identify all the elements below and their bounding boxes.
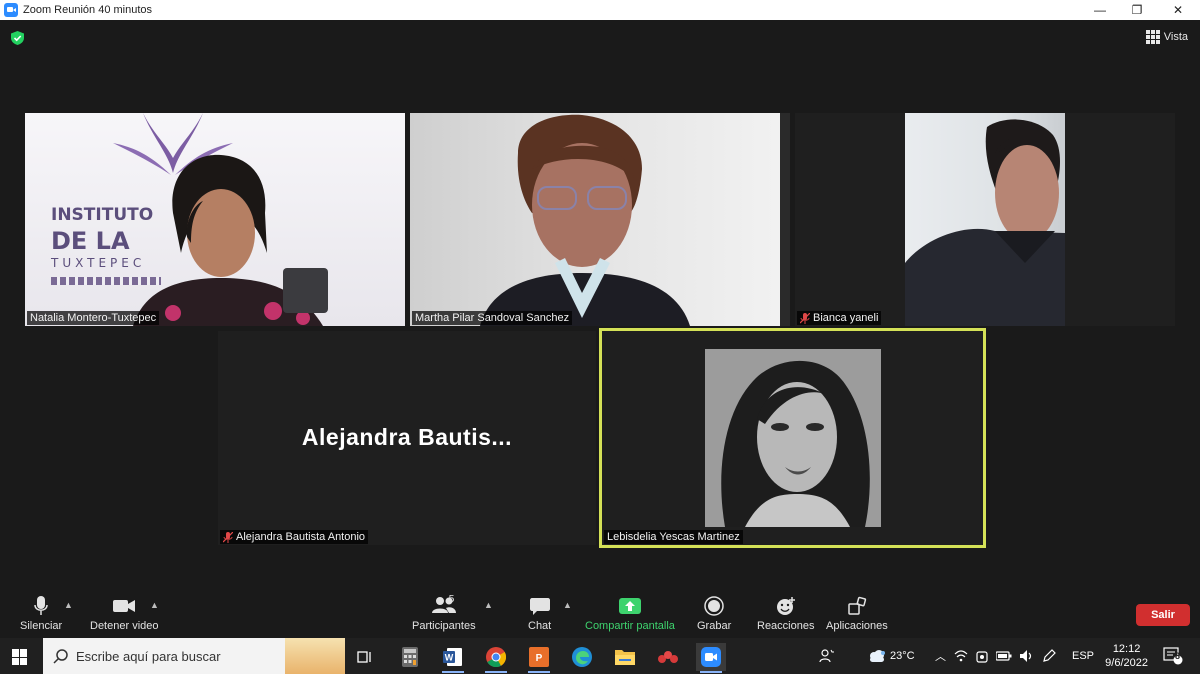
- chrome-icon[interactable]: [481, 643, 511, 673]
- language-indicator[interactable]: ESP: [1072, 638, 1094, 674]
- participant-display-name: Alejandra Bautis...: [301, 424, 513, 450]
- title-bar: Zoom Reunión 40 minutos — ❐ ✕: [0, 0, 1200, 20]
- search-highlight-art: [285, 638, 345, 674]
- close-button[interactable]: ✕: [1158, 0, 1198, 20]
- reactions-smiley-icon: [776, 597, 795, 615]
- wifi-icon[interactable]: [954, 650, 968, 662]
- banner-line-2: DE LA: [51, 227, 130, 255]
- svg-text:W: W: [445, 653, 454, 663]
- taskbar-search-box[interactable]: Escribe aquí para buscar: [43, 638, 345, 674]
- participant-name-label: Alejandra Bautista Antonio: [220, 530, 369, 544]
- muted-mic-icon: [223, 531, 233, 543]
- search-placeholder: Escribe aquí para buscar: [76, 648, 221, 664]
- pen-icon[interactable]: [1042, 649, 1056, 663]
- zoom-logo-icon: [4, 3, 18, 17]
- people-icon[interactable]: [818, 638, 834, 674]
- weather-widget[interactable]: 23°C: [868, 638, 915, 674]
- muted-mic-icon: [800, 312, 810, 324]
- participants-button[interactable]: 5 Participantes: [412, 594, 476, 632]
- record-button[interactable]: Grabar: [697, 596, 731, 632]
- maximize-button[interactable]: ❐: [1117, 0, 1157, 20]
- view-label: Vista: [1163, 31, 1188, 43]
- clock-date: 9/6/2022: [1105, 657, 1148, 669]
- participant-video-natalia: [133, 154, 328, 326]
- windows-taskbar: Escribe aquí para buscar W P 23°C ︿ ESP …: [0, 638, 1200, 674]
- participant-name-label: Lebisdelia Yescas Martinez: [604, 530, 743, 544]
- file-explorer-icon[interactable]: [610, 643, 640, 671]
- share-screen-icon: [618, 598, 641, 614]
- reactions-button[interactable]: Reacciones: [757, 596, 814, 632]
- active-indicator: [700, 671, 722, 673]
- participant-name-label: Martha Pilar Sandoval Sanchez: [412, 311, 573, 325]
- battery-icon[interactable]: [996, 651, 1012, 661]
- calculator-icon[interactable]: [395, 643, 425, 671]
- edge-icon[interactable]: [567, 643, 597, 671]
- active-indicator: [442, 671, 464, 673]
- zoom-taskbar-icon[interactable]: [696, 643, 726, 673]
- apps-button[interactable]: Aplicaciones: [826, 596, 888, 632]
- chat-button[interactable]: Chat: [528, 596, 551, 632]
- volume-icon[interactable]: [1020, 650, 1034, 662]
- zoom-window: Zoom Reunión 40 minutos — ❐ ✕ Vista INST…: [0, 0, 1200, 674]
- photoshop-icon[interactable]: P: [524, 643, 554, 673]
- notification-count: 8: [1175, 651, 1181, 661]
- windows-start-icon[interactable]: [12, 649, 28, 665]
- share-screen-button[interactable]: Compartir pantalla: [585, 596, 675, 632]
- task-view-icon[interactable]: [350, 643, 380, 671]
- leave-button[interactable]: Salir: [1136, 604, 1190, 626]
- cloud-weather-icon: [870, 650, 885, 662]
- active-indicator: [528, 671, 550, 673]
- participants-count: 5: [448, 594, 455, 605]
- record-icon: [704, 596, 724, 616]
- stop-video-button[interactable]: Detener video: [90, 596, 159, 632]
- microphone-icon: [34, 596, 48, 615]
- video-tile-bianca[interactable]: Bianca yaneli: [795, 113, 1175, 326]
- minimize-button[interactable]: —: [1080, 0, 1120, 20]
- video-tile-martha[interactable]: Martha Pilar Sandoval Sanchez: [410, 113, 790, 326]
- security-tray-icon[interactable]: [976, 649, 988, 663]
- participant-video-martha: [480, 114, 690, 326]
- taskbar-clock[interactable]: 12:12 9/6/2022: [1105, 642, 1148, 670]
- video-camera-icon: [113, 600, 136, 612]
- security-shield-icon[interactable]: [11, 31, 24, 45]
- participant-name-label: Natalia Montero-Tuxtepec: [27, 311, 160, 325]
- participant-name-label: Bianca yaneli: [797, 311, 882, 325]
- apps-icon: [848, 596, 867, 615]
- banner-line-3: TUXTEPEC: [51, 256, 146, 270]
- video-tile-natalia[interactable]: INSTITUTO DE LA TUXTEPEC Natalia Montero…: [25, 113, 405, 326]
- chat-options-caret[interactable]: ▲: [563, 600, 572, 610]
- video-tile-alejandra[interactable]: Alejandra Bautis... Alejandra Bautista A…: [218, 331, 596, 545]
- chevron-up-icon[interactable]: ︿: [935, 648, 946, 664]
- door-frame: [780, 113, 790, 326]
- view-button[interactable]: Vista: [1145, 30, 1188, 44]
- system-tray-icons[interactable]: ︿: [935, 638, 1056, 674]
- notifications-button[interactable]: 8: [1163, 638, 1183, 674]
- participant-photo-lebisdelia: [705, 349, 881, 527]
- active-indicator: [485, 671, 507, 673]
- meeting-toolbar: Silenciar ▲ Detener video ▲ 5 Participan…: [0, 590, 1200, 638]
- clock-time: 12:12: [1112, 643, 1141, 655]
- video-tile-lebisdelia-active-speaker[interactable]: Lebisdelia Yescas Martinez: [599, 328, 986, 548]
- video-options-caret[interactable]: ▲: [150, 600, 159, 610]
- app-red-icon[interactable]: [653, 643, 683, 671]
- audio-options-caret[interactable]: ▲: [64, 600, 73, 610]
- mute-button[interactable]: Silenciar: [20, 596, 62, 632]
- svg-text:P: P: [536, 653, 543, 664]
- chat-icon: [529, 598, 550, 615]
- participants-options-caret[interactable]: ▲: [484, 600, 493, 610]
- participant-video-bianca: [905, 119, 1065, 326]
- word-icon[interactable]: W: [438, 643, 468, 673]
- window-title: Zoom Reunión 40 minutos: [23, 4, 153, 16]
- search-icon: [53, 649, 68, 664]
- grid-view-icon: [1145, 30, 1160, 44]
